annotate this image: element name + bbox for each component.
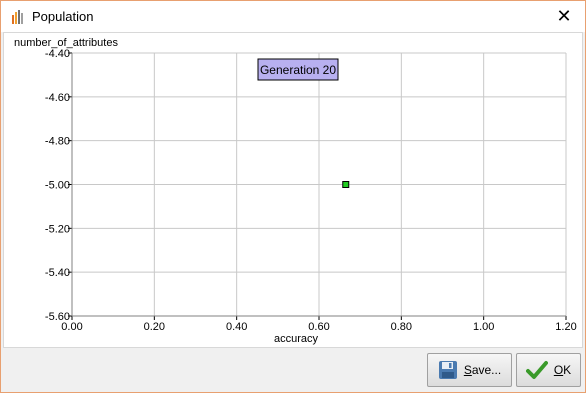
close-icon: ✕ (556, 6, 572, 26)
y-tick-label: -4.60 (45, 92, 70, 104)
x-tick-label: 0.20 (144, 321, 165, 333)
y-tick-label: -5.60 (45, 311, 70, 323)
y-tick-label: -5.00 (45, 180, 70, 192)
floppy-disk-icon (438, 361, 457, 379)
x-tick-label: 0.40 (226, 321, 247, 333)
generation-label: Generation 20 (260, 63, 336, 77)
x-tick-label: 1.20 (555, 321, 576, 333)
x-tick-label: 0.80 (391, 321, 412, 333)
ok-button[interactable]: OK (516, 353, 581, 387)
plot-area: 0.00 0.20 0.40 0.60 0.80 1.00 1.20 -4.40 -4.60 -4… (3, 32, 583, 348)
app-icon (12, 10, 23, 24)
save-button[interactable]: Save... (427, 353, 512, 387)
close-button[interactable]: ✕ (543, 1, 585, 32)
data-point[interactable] (342, 181, 350, 188)
y-tick-label: -4.40 (45, 48, 70, 60)
y-tick-label: -4.80 (45, 136, 70, 148)
generation-annotation: Generation 20 (257, 58, 339, 81)
y-tick-label: -5.20 (45, 223, 70, 235)
x-axis-label: accuracy (274, 333, 319, 345)
window-title: Population (32, 9, 94, 24)
y-axis-label: number_of_attributes (14, 37, 118, 49)
x-tick-label: 1.00 (473, 321, 494, 333)
title-bar: Population ✕ (1, 1, 585, 32)
population-dialog: Population ✕ 0.00 0.20 0.40 0.60 0.80 1.00 1.2… (0, 0, 586, 393)
x-tick-label: 0.60 (308, 321, 329, 333)
scatter-chart: 0.00 0.20 0.40 0.60 0.80 1.00 1.20-4.40-4.60-4… (14, 37, 577, 345)
checkmark-icon (525, 361, 548, 379)
y-tick-label: -5.40 (45, 267, 70, 279)
